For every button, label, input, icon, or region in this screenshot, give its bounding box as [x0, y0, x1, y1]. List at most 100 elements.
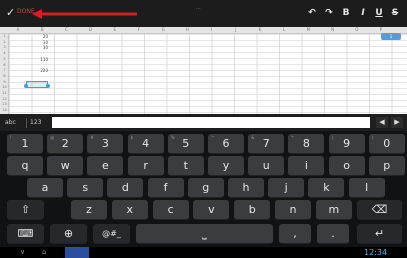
key[interactable]: f: [147, 178, 184, 198]
row-header[interactable]: 7: [0, 68, 9, 72]
column-header[interactable]: J: [232, 27, 240, 32]
formula-input[interactable]: [52, 117, 370, 128]
undo-icon[interactable]: ↶: [305, 8, 319, 18]
key[interactable]: m: [315, 200, 352, 220]
column-header[interactable]: F: [135, 27, 143, 32]
row-header[interactable]: 6: [0, 63, 9, 67]
key[interactable]: t: [167, 156, 204, 176]
comma-key[interactable]: ,: [279, 224, 311, 244]
keyboard-settings-key[interactable]: ⌨: [7, 224, 44, 244]
key[interactable]: g: [187, 178, 224, 198]
column-header[interactable]: E: [111, 27, 119, 32]
column-header[interactable]: H: [183, 27, 191, 32]
selection-handle-left[interactable]: [24, 83, 28, 88]
row-header[interactable]: 3: [0, 45, 9, 49]
abc-mode-button[interactable]: abc: [5, 118, 27, 128]
column-header[interactable]: C: [62, 27, 70, 32]
key[interactable]: 0): [368, 134, 405, 154]
key[interactable]: e: [87, 156, 124, 176]
row-header[interactable]: 10: [0, 85, 9, 89]
home-icon[interactable]: ⌂: [42, 248, 46, 257]
key[interactable]: w: [47, 156, 84, 176]
column-header[interactable]: N: [329, 27, 337, 32]
key[interactable]: z: [71, 200, 107, 220]
key[interactable]: k: [308, 178, 345, 198]
row-header[interactable]: 2: [0, 40, 9, 44]
row-header[interactable]: 5: [0, 57, 9, 61]
underline-button[interactable]: U: [372, 8, 386, 18]
row-header[interactable]: 1: [0, 34, 9, 38]
key[interactable]: 2 @: [47, 134, 84, 154]
row-header[interactable]: 11: [0, 91, 9, 95]
key[interactable]: d: [107, 178, 144, 198]
key[interactable]: 9(: [328, 134, 365, 154]
key[interactable]: r: [127, 156, 164, 176]
row-header[interactable]: 4: [0, 51, 9, 55]
key[interactable]: 8 *: [288, 134, 325, 154]
column-header[interactable]: A: [14, 27, 22, 32]
column-header[interactable]: P: [377, 27, 385, 32]
key[interactable]: v: [193, 200, 230, 220]
cell-value[interactable]: 20: [28, 34, 48, 39]
key[interactable]: y: [208, 156, 244, 176]
row-header[interactable]: 14: [0, 108, 9, 112]
sheet-badge[interactable]: 1: [381, 33, 401, 40]
key[interactable]: b: [234, 200, 271, 220]
shift-key[interactable]: ⇧: [7, 200, 44, 220]
key[interactable]: 5%: [167, 134, 204, 154]
backspace-key[interactable]: ⌫: [357, 200, 402, 220]
key[interactable]: 1!: [7, 134, 43, 154]
redo-icon[interactable]: ↷: [322, 8, 336, 18]
key[interactable]: j: [268, 178, 305, 198]
column-header[interactable]: L: [280, 27, 288, 32]
key[interactable]: u: [248, 156, 285, 176]
spreadsheet[interactable]: ABCDEFGHIJKLMNOP 1 2 3 4 5 6 7 8 9 10 11 12 13 14 20 3…: [0, 27, 407, 114]
cell-grid[interactable]: [9, 34, 407, 114]
symbols-key[interactable]: @#_: [93, 224, 130, 244]
cursor-right-button[interactable]: ▶: [391, 117, 403, 128]
cell-value[interactable]: 30: [28, 45, 48, 50]
key[interactable]: c: [152, 200, 189, 220]
key[interactable]: n: [275, 200, 311, 220]
cell-value[interactable]: 110: [28, 57, 48, 62]
key[interactable]: o: [328, 156, 365, 176]
column-header[interactable]: I: [208, 27, 216, 32]
cell-value[interactable]: 220: [28, 68, 48, 73]
cursor-left-button[interactable]: ◀: [376, 117, 388, 128]
enter-key[interactable]: ↵: [357, 224, 402, 244]
key[interactable]: q: [7, 156, 43, 176]
column-header[interactable]: K: [256, 27, 264, 32]
recent-apps-button[interactable]: [65, 247, 89, 258]
selected-cell[interactable]: [26, 81, 48, 88]
key[interactable]: 6 ^: [208, 134, 244, 154]
row-header[interactable]: 9: [0, 80, 9, 84]
cell-value[interactable]: 30: [28, 40, 48, 45]
column-header[interactable]: G: [159, 27, 167, 32]
key[interactable]: 7 &: [248, 134, 285, 154]
key[interactable]: s: [67, 178, 104, 198]
column-header[interactable]: B: [38, 27, 46, 32]
language-key[interactable]: ⊕: [50, 224, 87, 244]
column-header[interactable]: M: [304, 27, 312, 32]
row-header[interactable]: 8: [0, 74, 9, 78]
key[interactable]: h: [228, 178, 264, 198]
key[interactable]: x: [111, 200, 148, 220]
key[interactable]: 3 #: [87, 134, 124, 154]
period-key[interactable]: .: [317, 224, 349, 244]
key[interactable]: a: [27, 178, 63, 198]
selection-handle-right[interactable]: [46, 83, 50, 88]
italic-button[interactable]: I: [356, 8, 370, 18]
row-header[interactable]: 12: [0, 97, 9, 101]
key[interactable]: 4 $: [127, 134, 164, 154]
numeric-mode-button[interactable]: 123: [30, 118, 46, 128]
row-header[interactable]: 13: [0, 102, 9, 106]
key[interactable]: i: [288, 156, 325, 176]
space-key[interactable]: ⎵: [136, 224, 273, 244]
column-header[interactable]: D: [87, 27, 95, 32]
bold-button[interactable]: B: [339, 8, 353, 18]
back-icon[interactable]: ∨: [20, 248, 25, 257]
strikethrough-button[interactable]: S: [388, 8, 402, 18]
key[interactable]: l: [348, 178, 385, 198]
column-header[interactable]: O: [353, 27, 361, 32]
key[interactable]: p: [368, 156, 405, 176]
